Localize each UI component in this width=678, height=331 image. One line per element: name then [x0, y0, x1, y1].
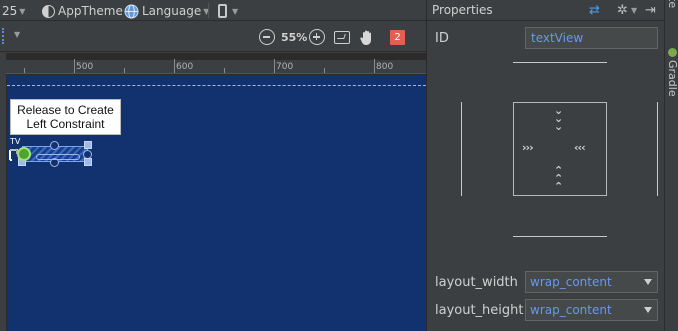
panel-title: Properties — [432, 3, 493, 17]
dropdown-arrow-icon — [644, 279, 652, 285]
drag-handle-icon[interactable] — [2, 28, 6, 44]
tooltip-line-2: Left Constraint — [26, 117, 105, 131]
zoom-level: 55% — [281, 28, 307, 46]
id-label: ID — [435, 31, 449, 46]
zoom-out-icon — [259, 29, 275, 45]
bottom-constraint-line[interactable] — [513, 236, 607, 237]
zoom-in-button[interactable] — [309, 28, 325, 46]
zoom-fit-icon — [334, 30, 350, 44]
height-wrap-bottom-icon[interactable]: ⌃ ⌃ ⌃ — [554, 165, 563, 192]
chevron-down-icon: ▼ — [232, 6, 239, 16]
phone-icon — [218, 4, 227, 18]
ruler-label: 600 — [176, 62, 194, 72]
id-field[interactable]: textView — [525, 27, 658, 49]
height-wrap-top-icon[interactable]: ⌄ ⌄ ⌄ — [554, 105, 563, 132]
gradle-tab[interactable]: Gradle — [666, 60, 678, 97]
toolbar-divider — [208, 3, 209, 18]
theme-dropdown[interactable]: AppTheme — [42, 3, 123, 19]
hand-icon — [360, 30, 371, 45]
status-bar-guide — [7, 85, 426, 86]
layout-height-select[interactable]: wrap_content — [525, 299, 658, 321]
hide-panel-icon[interactable]: ⇥ — [645, 3, 656, 18]
gear-icon[interactable]: ✲ — [617, 3, 628, 18]
swap-view-icon[interactable]: ⇄ — [589, 3, 600, 18]
theme-icon — [42, 4, 55, 18]
widget-type-label: TV — [10, 137, 21, 146]
pan-button[interactable] — [359, 28, 375, 46]
cursor-icon — [9, 149, 18, 161]
design-toolbar: 25 ▼ AppTheme Language ▼ ▼ — [0, 0, 426, 21]
api-level-dropdown[interactable]: 25 ▼ — [2, 3, 25, 19]
top-anchor-handle[interactable] — [50, 141, 59, 150]
chevron-down-icon[interactable]: ▼ — [14, 30, 20, 39]
layout-width-label: layout_width — [435, 275, 518, 290]
api-level-value: 25 — [2, 4, 18, 18]
baseline-handle[interactable] — [36, 154, 80, 160]
chevron-down-icon[interactable]: ▼ — [631, 6, 637, 15]
layout-width-select[interactable]: wrap_content — [525, 271, 658, 293]
properties-header: Properties ⇄ ✲ ▼ ⇥ — [427, 0, 665, 21]
width-wrap-right-icon[interactable]: ‹‹‹ — [574, 141, 586, 154]
ruler-label: 500 — [76, 62, 94, 72]
horizontal-ruler: 500 600 700 800 — [6, 59, 426, 74]
constraint-tooltip: Release to Create Left Constraint — [10, 99, 121, 135]
layout-height-value: wrap_content — [530, 303, 612, 317]
language-label: Language — [142, 4, 202, 18]
ruler-tick — [374, 59, 375, 73]
chevron-down-icon: ▼ — [19, 6, 26, 16]
layout-height-label: layout_height — [435, 303, 524, 318]
constraint-widget: ⌄ ⌄ ⌄ ⌃ ⌃ ⌃ ››› ‹‹‹ — [461, 60, 658, 240]
ruler-minor-tick — [324, 68, 325, 73]
ruler-tick — [174, 59, 175, 73]
globe-icon — [124, 3, 139, 19]
zoom-to-fit-button[interactable] — [334, 28, 350, 46]
device-dropdown[interactable]: ▼ — [218, 3, 238, 19]
dropdown-arrow-icon — [644, 307, 652, 313]
palette-tab[interactable]: Palette — [666, 0, 678, 8]
ruler-label: 800 — [376, 62, 394, 72]
zoom-out-button[interactable] — [259, 28, 275, 46]
constraint-box: ⌄ ⌄ ⌄ ⌃ ⌃ ⌃ ››› ‹‹‹ — [513, 102, 607, 196]
ruler-minor-tick — [124, 68, 125, 73]
language-dropdown[interactable]: Language ▼ — [124, 3, 209, 19]
ruler-tick — [74, 59, 75, 73]
zoom-level-value: 55% — [281, 30, 308, 44]
ruler-minor-tick — [24, 68, 25, 73]
theme-label: AppTheme — [58, 4, 123, 18]
top-constraint-line[interactable] — [513, 62, 607, 63]
ruler-minor-tick — [224, 68, 225, 73]
width-wrap-left-icon[interactable]: ››› — [522, 141, 534, 154]
right-tool-strip: Palette Gradle — [664, 0, 678, 331]
left-constraint-line[interactable] — [461, 102, 462, 196]
ruler-label: 700 — [276, 62, 294, 72]
surface-left-gutter — [0, 53, 6, 331]
zoom-in-icon — [309, 29, 325, 45]
gradle-icon — [668, 48, 677, 57]
properties-panel: Properties ⇄ ✲ ▼ ⇥ ID textView ⌄ ⌄ ⌄ ⌃ ⌃ ⌃ ›… — [426, 0, 665, 331]
tooltip-line-1: Release to Create — [17, 103, 114, 117]
right-constraint-line[interactable] — [657, 102, 658, 196]
ruler-tick — [274, 59, 275, 73]
resize-handle-bottom-right[interactable] — [84, 158, 92, 166]
layout-width-value: wrap_content — [530, 275, 612, 289]
resize-handle-top-right[interactable] — [84, 141, 92, 149]
issues-badge[interactable]: 2 — [390, 30, 405, 45]
